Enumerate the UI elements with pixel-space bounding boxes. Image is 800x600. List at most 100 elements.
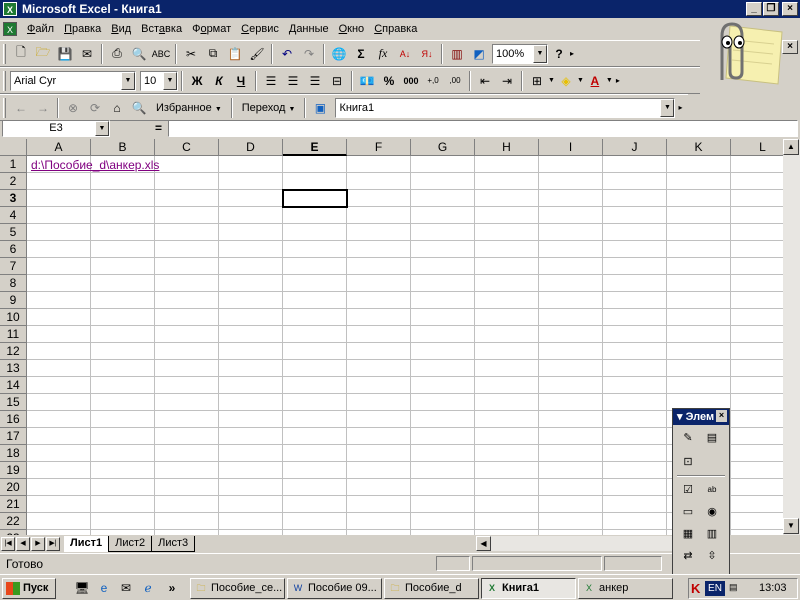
show-desktop-icon[interactable]: 🖥 [74, 580, 90, 596]
row-header[interactable]: 9 [0, 292, 27, 309]
cell-K9[interactable] [667, 292, 731, 309]
taskbar-button[interactable]: Xанкер [578, 578, 673, 599]
cell-D21[interactable] [219, 496, 283, 513]
cell-H16[interactable] [475, 411, 539, 428]
vertical-scrollbar[interactable]: ▲ ▼ [783, 139, 800, 535]
cell-E9[interactable] [283, 292, 347, 309]
sheet-tab[interactable]: Лист1 [64, 535, 110, 552]
toolbar-grip[interactable] [3, 43, 6, 64]
cell-F18[interactable] [347, 445, 411, 462]
cell-J16[interactable] [603, 411, 667, 428]
menu-item[interactable]: Вид [106, 19, 136, 39]
toolbar-more-icon[interactable]: ▸ [570, 49, 574, 58]
cell-F6[interactable] [347, 241, 411, 258]
first-sheet-icon[interactable]: |◀ [1, 536, 15, 551]
cell-E17[interactable] [283, 428, 347, 445]
kav-icon[interactable]: K [691, 581, 700, 596]
cell-H2[interactable] [475, 173, 539, 190]
cell-C4[interactable] [155, 207, 219, 224]
cell-G8[interactable] [411, 275, 475, 292]
cell-F11[interactable] [347, 326, 411, 343]
start-button[interactable]: Пуск [2, 578, 56, 599]
cell-G13[interactable] [411, 360, 475, 377]
cell-G12[interactable] [411, 343, 475, 360]
email-icon[interactable]: ✉ [76, 43, 98, 65]
combo-box-icon[interactable]: ▥ [703, 525, 721, 543]
cell-B20[interactable] [91, 479, 155, 496]
cell-A7[interactable] [27, 258, 91, 275]
cell-F21[interactable] [347, 496, 411, 513]
cell-C15[interactable] [155, 394, 219, 411]
cell-J22[interactable] [603, 513, 667, 530]
cell-H21[interactable] [475, 496, 539, 513]
cell-C1[interactable] [155, 156, 219, 173]
cell-G15[interactable] [411, 394, 475, 411]
cell-A8[interactable] [27, 275, 91, 292]
cell-I10[interactable] [539, 309, 603, 326]
cell-G16[interactable] [411, 411, 475, 428]
cell-A21[interactable] [27, 496, 91, 513]
row-header[interactable]: 8 [0, 275, 27, 292]
align-center-icon[interactable]: ☰ [282, 70, 304, 92]
cell-D17[interactable] [219, 428, 283, 445]
chevron-down-icon[interactable]: ▼ [121, 71, 135, 90]
cell-E5[interactable] [283, 224, 347, 241]
scroll-up-arrow-icon[interactable]: ▲ [783, 139, 799, 155]
taskbar-button[interactable]: X Книга1 [481, 578, 576, 599]
cell-B10[interactable] [91, 309, 155, 326]
menu-item[interactable]: Вставка [136, 19, 187, 39]
cell-A17[interactable] [27, 428, 91, 445]
cell-B19[interactable] [91, 462, 155, 479]
cell-C20[interactable] [155, 479, 219, 496]
cell-E4[interactable] [283, 207, 347, 224]
spinner-icon[interactable]: ⇳ [703, 547, 721, 565]
column-header[interactable]: G [411, 139, 475, 156]
cell-F16[interactable] [347, 411, 411, 428]
cell-F10[interactable] [347, 309, 411, 326]
cell-K5[interactable] [667, 224, 731, 241]
currency-icon[interactable]: 💶 [356, 70, 378, 92]
row-header[interactable]: 14 [0, 377, 27, 394]
cell-I6[interactable] [539, 241, 603, 258]
cell-G10[interactable] [411, 309, 475, 326]
cell-A4[interactable] [27, 207, 91, 224]
font-select[interactable]: Arial Cyr ▼ [10, 70, 136, 91]
cell-A2[interactable] [27, 173, 91, 190]
cell-G21[interactable] [411, 496, 475, 513]
cell-G17[interactable] [411, 428, 475, 445]
menu-item[interactable]: Данные [284, 19, 334, 39]
list-box-icon[interactable]: ▦ [679, 525, 697, 543]
cell-H7[interactable] [475, 258, 539, 275]
equals-sign[interactable]: = [112, 120, 166, 137]
cell-G14[interactable] [411, 377, 475, 394]
cell-C21[interactable] [155, 496, 219, 513]
cell-F9[interactable] [347, 292, 411, 309]
cell-D15[interactable] [219, 394, 283, 411]
formula-input[interactable] [168, 120, 798, 137]
search-web-icon[interactable]: 🔍 [128, 97, 150, 119]
cell-H13[interactable] [475, 360, 539, 377]
cell-B3[interactable] [91, 190, 155, 207]
cell-C22[interactable] [155, 513, 219, 530]
cell-B5[interactable] [91, 224, 155, 241]
column-header[interactable]: B [91, 139, 155, 156]
cell-J15[interactable] [603, 394, 667, 411]
cell-E18[interactable] [283, 445, 347, 462]
cell-I22[interactable] [539, 513, 603, 530]
borders-icon[interactable]: ⊞ [526, 70, 548, 92]
column-header[interactable]: F [347, 139, 411, 156]
cell-C16[interactable] [155, 411, 219, 428]
underline-button[interactable]: Ч [230, 70, 252, 92]
help-icon[interactable]: ? [548, 43, 570, 65]
format-painter-icon[interactable]: 🖌 [246, 43, 268, 65]
column-header[interactable]: H [475, 139, 539, 156]
cell-E16[interactable] [283, 411, 347, 428]
cell-G18[interactable] [411, 445, 475, 462]
menu-item[interactable]: Формат [187, 19, 236, 39]
column-header[interactable]: E [283, 139, 347, 156]
cell-C6[interactable] [155, 241, 219, 258]
row-header[interactable]: 17 [0, 428, 27, 445]
row-header[interactable]: 22 [0, 513, 27, 530]
toolbar-more-icon[interactable]: ▸ [616, 76, 620, 85]
cell-E15[interactable] [283, 394, 347, 411]
